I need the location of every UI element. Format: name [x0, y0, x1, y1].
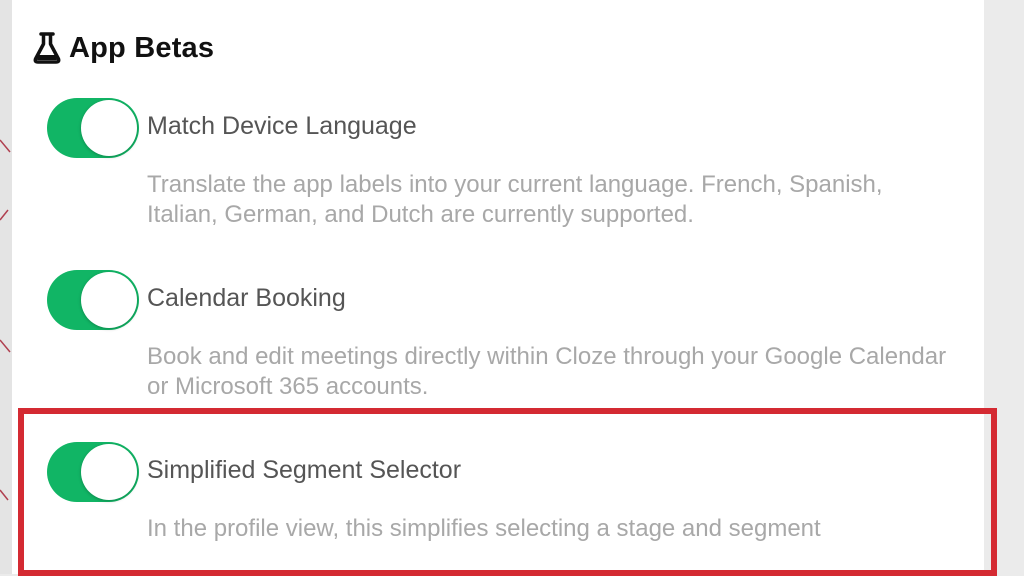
toggle-knob	[81, 100, 137, 156]
setting-label-match-device-language: Match Device Language	[147, 112, 417, 140]
setting-description-calendar-booking: Book and edit meetings directly within C…	[147, 343, 947, 400]
settings-panel: App Betas Match Device Language Translat…	[12, 0, 984, 574]
flask-icon	[33, 31, 61, 65]
setting-label-calendar-booking: Calendar Booking	[147, 284, 346, 312]
background-pane	[0, 0, 12, 574]
toggle-calendar-booking[interactable]	[47, 270, 139, 330]
setting-description-match-device-language: Translate the app labels into your curre…	[147, 171, 883, 228]
background-decoration	[0, 139, 11, 501]
setting-description-simplified-segment-selector: In the profile view, this simplifies sel…	[147, 515, 821, 542]
section-title: App Betas	[69, 31, 215, 64]
toggle-knob	[81, 272, 137, 328]
toggle-simplified-segment-selector[interactable]	[47, 442, 139, 502]
toggle-match-device-language[interactable]	[47, 98, 139, 158]
setting-label-simplified-segment-selector: Simplified Segment Selector	[147, 456, 462, 484]
section-header: App Betas	[33, 28, 214, 68]
toggle-knob	[81, 444, 137, 500]
background-pane-right	[984, 0, 1024, 574]
